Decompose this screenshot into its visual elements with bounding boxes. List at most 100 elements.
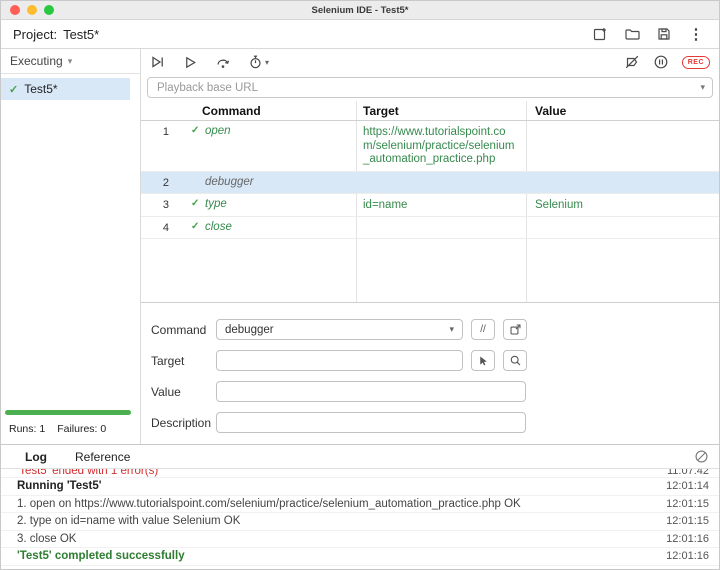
commands-table: Command Target Value 1✓openhttps://www.t… [141,101,719,303]
chevron-down-icon: ▾ [449,324,454,335]
open-project-folder-icon[interactable] [623,25,641,43]
command-row[interactable]: 4✓close [141,217,719,239]
command-target: id=name [356,198,526,213]
playback-toolbar: ▾ REC [141,49,719,75]
log-entry-timestamp: 12:01:14 [654,480,709,492]
run-current-test-icon[interactable] [183,55,198,70]
log-entry: 'Test5' completed successfully12:01:16 [1,548,719,566]
log-entry-text: Running 'Test5' [17,480,101,492]
log-entry: 3. close OK 12:01:16 [1,531,719,549]
test-passed-check-icon: ✓ [9,83,18,96]
titlebar: Selenium IDE - Test5* [1,1,719,20]
command-cell: ✓close [185,221,356,233]
run-all-tests-icon[interactable] [150,54,166,70]
command-passed-check-icon: ✓ [191,198,203,209]
command-target: https://www.tutorialspoint.com/selenium/… [356,125,526,167]
disable-breakpoints-icon[interactable] [624,54,640,70]
row-number: 4 [141,221,185,234]
column-header-value: Value [526,104,719,118]
log-entry-timestamp: 12:01:16 [654,533,709,545]
tests-sidebar: Executing ▾ ✓ Test5* Runs: 1 Failures: 0 [1,49,141,444]
project-name: Test5* [63,27,99,42]
column-header-command: Command [185,104,356,118]
close-window-button[interactable] [10,5,20,15]
test-speed-icon[interactable]: ▾ [248,54,269,70]
command-row[interactable]: 3✓typeid=nameSelenium [141,194,719,218]
log-entry-text: 2. type on id=name with value Selenium O… [17,515,240,527]
log-entry: Running 'Test5' 12:01:14 [1,478,719,496]
chevron-down-icon: ▾ [265,58,269,67]
sidebar-item-test5[interactable]: ✓ Test5* [1,78,130,100]
log-entry-timestamp: 12:01:15 [654,498,709,510]
runs-count: Runs: 1 [9,423,45,435]
value-field-label: Value [151,385,216,399]
log-entry-timestamp: 12:01:16 [654,550,709,562]
log-entry-text: 3. close OK [17,533,76,545]
chevron-down-icon: ▾ [700,82,705,93]
project-label: Project: [13,27,57,42]
command-row[interactable]: 1✓openhttps://www.tutorialspoint.com/sel… [141,121,719,172]
window-title: Selenium IDE - Test5* [1,1,719,20]
more-options-icon[interactable]: ⋮ [687,25,705,43]
zoom-window-button[interactable] [44,5,54,15]
run-stats: Runs: 1 Failures: 0 [9,423,106,435]
command-passed-check-icon: ✓ [191,125,203,136]
command-row[interactable]: 2✓debugger [141,172,719,194]
row-number: 3 [141,198,185,211]
command-target [356,176,526,177]
selenium-ide-window: Selenium IDE - Test5* Project: Test5* [0,0,720,570]
command-target [356,221,526,222]
window-controls [10,5,54,15]
minimize-window-button[interactable] [27,5,37,15]
command-cell: ✓open [185,125,356,137]
tab-log[interactable]: Log [11,445,61,468]
playback-base-url-input[interactable] [147,77,713,98]
command-cell: ✓type [185,198,356,210]
command-name: close [205,221,232,233]
log-entry-timestamp: 11:07:42 [655,469,709,477]
commands-table-body: 1✓openhttps://www.tutorialspoint.com/sel… [141,121,719,239]
command-form: Command debugger ▾ // Target [141,303,719,444]
playback-url-row: ▾ [141,75,719,101]
command-passed-check-icon: ✓ [191,221,203,232]
log-entry: 2. type on id=name with value Selenium O… [1,513,719,531]
log-entry: 1. open on https://www.tutorialspoint.co… [1,496,719,514]
chevron-down-icon: ▾ [68,56,73,67]
description-field-label: Description [151,416,216,430]
select-target-in-page-button[interactable] [471,350,495,371]
log-panel: Log Reference 'Test5' ended with 1 error… [1,444,719,570]
save-project-icon[interactable] [655,25,673,43]
command-name: debugger [205,176,254,188]
step-over-icon[interactable] [215,54,231,70]
log-list: 'Test5' ended with 1 error(s)11:07:42Run… [1,469,719,570]
tests-view-dropdown[interactable]: Executing ▾ [1,49,140,74]
command-select-value: debugger [225,324,274,336]
commands-table-header: Command Target Value [141,101,719,121]
record-button[interactable]: REC [682,56,710,69]
toggle-comment-button[interactable]: // [471,319,495,340]
log-entry: 'Test5' ended with 1 error(s)11:07:42 [1,469,719,478]
command-select[interactable]: debugger ▾ [216,319,463,340]
value-input[interactable] [216,381,526,402]
clear-log-icon[interactable] [694,449,709,464]
row-number: 1 [141,125,185,138]
tests-view-dropdown-label: Executing [10,54,63,68]
test-name: Test5* [24,82,57,96]
pause-on-exceptions-icon[interactable] [653,54,669,70]
failures-count: Failures: 0 [57,423,106,435]
content: Executing ▾ ✓ Test5* Runs: 1 Failures: 0 [1,49,719,444]
command-value [526,176,719,177]
run-progress-bar [5,410,131,415]
description-input[interactable] [216,412,526,433]
find-target-button[interactable] [503,350,527,371]
tab-reference[interactable]: Reference [61,445,144,468]
log-entry-text: 1. open on https://www.tutorialspoint.co… [17,498,521,510]
target-field-label: Target [151,354,216,368]
new-project-icon[interactable] [591,25,609,43]
column-header-target: Target [356,104,526,118]
open-reference-button[interactable] [503,319,527,340]
target-input[interactable] [216,350,463,371]
command-name: type [205,198,227,210]
command-cell: ✓debugger [185,176,356,188]
log-tabbar: Log Reference [1,445,719,469]
